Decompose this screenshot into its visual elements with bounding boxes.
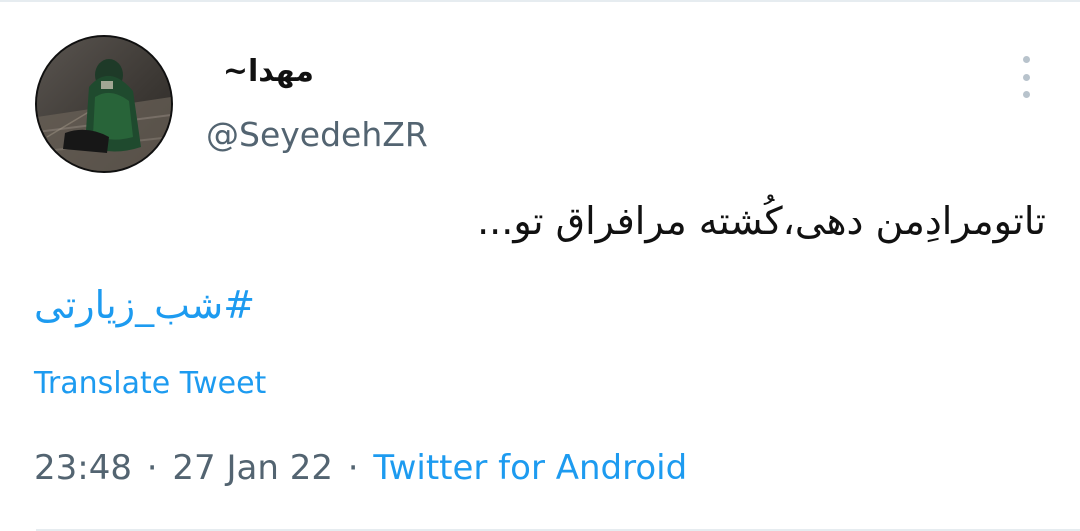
avatar[interactable] [35, 35, 173, 173]
translate-tweet-link[interactable]: Translate Tweet [34, 366, 266, 401]
display-name[interactable]: مهدا~ [204, 54, 314, 89]
tweet-card: مهدا~ @SeyedehZR تاتومرادِمن دهی،کُشته م… [0, 0, 1080, 531]
tweet-time[interactable]: 23:48 [34, 448, 132, 488]
vertical-ellipsis-icon-dot [1022, 91, 1030, 98]
vertical-ellipsis-icon-dot [1022, 73, 1030, 81]
tweet-date[interactable]: 27 Jan 22 [172, 448, 333, 488]
separator-dot: · [146, 448, 158, 488]
separator-dot: · [347, 448, 359, 488]
hashtag-link[interactable]: #شب_زیارتی [34, 283, 255, 327]
avatar-image [37, 37, 171, 171]
tweet-source-link[interactable]: Twitter for Android [373, 448, 687, 488]
vertical-ellipsis-icon [1022, 56, 1030, 63]
top-divider [0, 0, 1080, 2]
more-options-button[interactable] [1009, 56, 1043, 98]
user-handle[interactable]: @SeyedehZR [206, 115, 428, 154]
tweet-metadata: 23:48 · 27 Jan 22 · Twitter for Android [34, 448, 687, 488]
tweet-text: تاتومرادِمن دهی،کُشته مرافراق تو... [477, 199, 1046, 243]
